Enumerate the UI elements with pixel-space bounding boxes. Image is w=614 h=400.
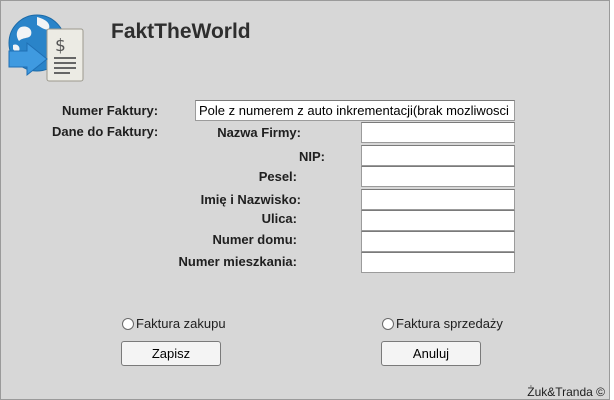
sale-invoice-radio[interactable]: [382, 317, 394, 330]
invoice-data-label: Dane do Faktury:: [52, 124, 159, 139]
apartment-number-label: Numer mieszkania:: [178, 254, 298, 269]
apartment-number-field[interactable]: [361, 252, 515, 273]
copyright-text: Żuk&Tranda ©: [527, 385, 605, 399]
cancel-button[interactable]: Anuluj: [381, 341, 481, 366]
invoice-number-field[interactable]: [195, 100, 515, 121]
company-name-field[interactable]: [361, 122, 515, 143]
pesel-field[interactable]: [361, 166, 515, 187]
sale-invoice-label: Faktura sprzedaży: [396, 316, 503, 331]
purchase-invoice-radio[interactable]: [122, 317, 134, 330]
company-name-label: Nazwa Firmy:: [217, 125, 301, 140]
invoice-number-label: Numer Faktury:: [62, 103, 159, 118]
app-title: FaktTheWorld: [111, 20, 251, 43]
svg-text:$: $: [55, 36, 66, 56]
purchase-invoice-option[interactable]: Faktura zakupu: [122, 316, 226, 331]
sale-invoice-option[interactable]: Faktura sprzedaży: [382, 316, 503, 331]
full-name-label: Imię i Nazwisko:: [200, 192, 301, 207]
street-field[interactable]: [361, 210, 515, 231]
save-button[interactable]: Zapisz: [121, 341, 221, 366]
house-number-label: Numer domu:: [212, 232, 298, 247]
pesel-label: Pesel:: [258, 169, 297, 184]
street-label: Ulica:: [261, 211, 297, 226]
app-logo-icon: $: [7, 11, 87, 85]
nip-label: NIP:: [299, 149, 325, 164]
full-name-field[interactable]: [361, 189, 515, 210]
purchase-invoice-label: Faktura zakupu: [136, 316, 226, 331]
nip-field[interactable]: [361, 145, 515, 166]
house-number-field[interactable]: [361, 231, 515, 252]
app-window: $ FaktTheWorld Numer Faktury: Dane do Fa…: [0, 0, 610, 400]
